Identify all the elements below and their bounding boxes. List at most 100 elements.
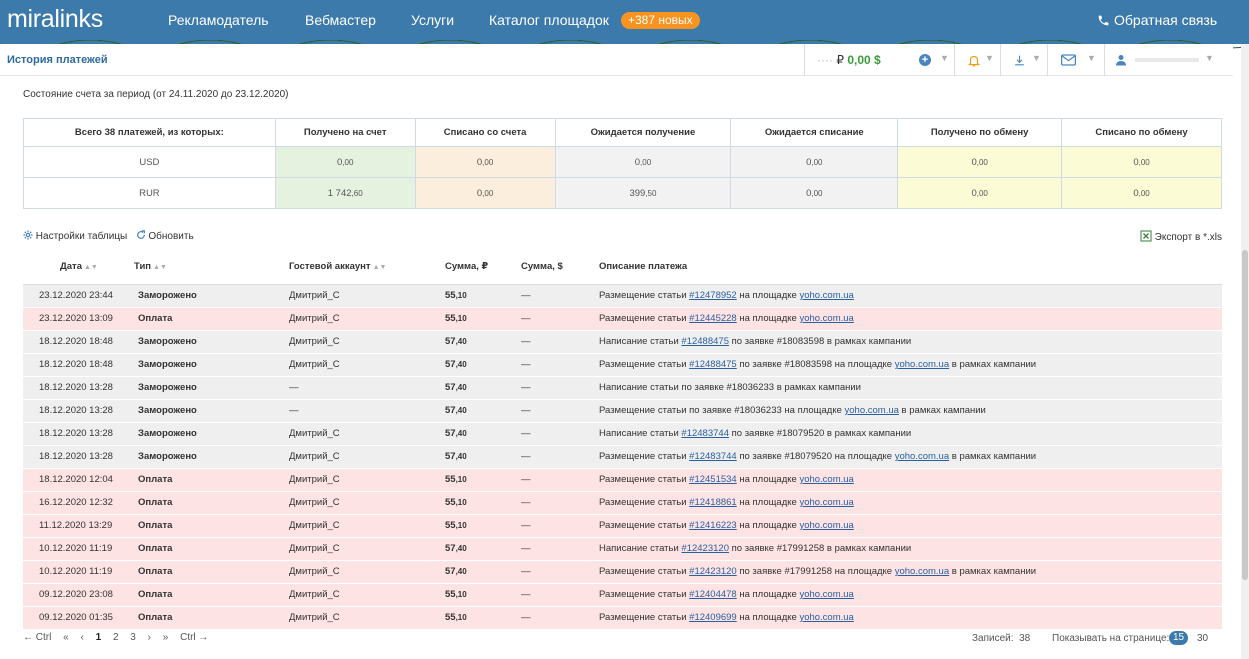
col-type[interactable]: Тип ▲▼ (130, 250, 285, 285)
feedback-link[interactable]: Обратная связь (1097, 12, 1217, 28)
guest-account: — (285, 376, 441, 400)
article-link[interactable]: #12423120 (681, 543, 729, 554)
payment-date: 09.12.2020 01:35 (23, 606, 130, 630)
col-sum-rub: Сумма, ₽ (441, 250, 517, 285)
nav-webmaster[interactable]: Вебмастер (305, 12, 376, 28)
refresh-icon (136, 230, 145, 239)
article-link[interactable]: #12416223 (689, 520, 737, 531)
summary-currency: USD (23, 146, 276, 178)
phone-icon (1098, 15, 1109, 26)
guest-account: Дмитрий_С (285, 307, 441, 331)
payment-description: Размещение статьи по заявке #18036233 на… (595, 399, 1222, 423)
prev-page-button[interactable]: ‹ (80, 632, 83, 643)
payment-date: 18.12.2020 13:28 (23, 399, 130, 423)
article-link[interactable]: #12451534 (689, 474, 737, 485)
site-link[interactable]: yoho.com.ua (895, 451, 949, 462)
article-link[interactable]: #12445228 (689, 313, 737, 324)
add-funds-icon[interactable]: + (919, 54, 931, 66)
records-count: Записей: 38 (972, 633, 1031, 644)
col-date[interactable]: Дата ▲▼ (23, 250, 130, 285)
nav-services[interactable]: Услуги (411, 12, 454, 28)
per-page-30[interactable]: 30 (1197, 633, 1208, 644)
balance-box[interactable]: ···· ₽ 0,00 $ + ▼ (804, 44, 954, 76)
payment-type: Заморожено (130, 399, 285, 423)
article-link[interactable]: #12423120 (689, 566, 737, 577)
gear-icon (23, 230, 33, 240)
article-link[interactable]: #12483744 (689, 451, 737, 462)
article-link[interactable]: #12488475 (689, 359, 737, 370)
logo[interactable]: miralinks (7, 5, 103, 34)
chevron-down-icon[interactable]: ▼ (940, 53, 949, 63)
article-link[interactable]: #12483744 (681, 428, 729, 439)
per-page-15[interactable]: 15 (1169, 631, 1188, 645)
scrollbar-thumb[interactable] (1242, 250, 1248, 580)
payment-date: 16.12.2020 12:32 (23, 491, 130, 515)
site-link[interactable]: yoho.com.ua (799, 612, 853, 623)
site-link[interactable]: yoho.com.ua (895, 359, 949, 370)
site-link[interactable]: yoho.com.ua (895, 566, 949, 577)
payment-date: 18.12.2020 13:28 (23, 376, 130, 400)
messages-box[interactable]: ▼ (1047, 44, 1104, 76)
chevron-down-icon[interactable]: ▼ (1032, 53, 1041, 63)
new-sites-badge[interactable]: +387 новых (621, 12, 700, 29)
amount-rub: 57,40 (441, 537, 517, 561)
site-link[interactable]: yoho.com.ua (845, 405, 899, 416)
downloads-box[interactable]: ▼ (1000, 44, 1047, 76)
payment-description: Размещение статьи #12445228 на площадке … (595, 307, 1222, 331)
nav-advertiser[interactable]: Рекламодатель (168, 12, 269, 28)
site-link[interactable]: yoho.com.ua (799, 497, 853, 508)
col-guest[interactable]: Гостевой аккаунт ▲▼ (285, 250, 441, 285)
article-link[interactable]: #12418861 (689, 497, 737, 508)
next-page-button[interactable]: › (148, 632, 151, 643)
site-link[interactable]: yoho.com.ua (799, 589, 853, 600)
payment-description: Написание статьи #12483744 по заявке #18… (595, 422, 1222, 446)
amount-usd: — (517, 445, 595, 469)
guest-account: Дмитрий_С (285, 445, 441, 469)
notifications-box[interactable]: ▼ (954, 44, 1000, 76)
download-icon (1015, 55, 1024, 66)
site-link[interactable]: yoho.com.ua (799, 290, 853, 301)
table-settings-button[interactable]: Настройки таблицы (23, 230, 130, 242)
article-link[interactable]: #12478952 (689, 290, 737, 301)
amount-usd: — (517, 307, 595, 331)
chevron-down-icon[interactable]: ▼ (985, 53, 994, 63)
payment-type: Оплата (130, 606, 285, 630)
summary-header-cell: Списано по обмену (1061, 118, 1222, 147)
top-navbar: miralinks Рекламодатель Вебмастер Услуги… (0, 0, 1249, 44)
payment-date: 10.12.2020 11:19 (23, 560, 130, 584)
table-row: 10.12.2020 11:19 Оплата Дмитрий_С 57,40— Раз… (23, 560, 1222, 584)
amount-rub: 57,40 (441, 399, 517, 423)
article-link[interactable]: #12404478 (689, 589, 737, 600)
table-row: 18.12.2020 18:48 Заморожено Дмитрий_С 57,40… (23, 330, 1222, 354)
payments-table: Дата ▲▼ Тип ▲▼ Гостевой аккаунт ▲▼ Сумма, ₽… (23, 250, 1222, 630)
first-page-button[interactable]: « (63, 632, 69, 643)
last-page-button[interactable]: » (163, 632, 169, 643)
refresh-button[interactable]: Обновить (136, 230, 194, 242)
article-link[interactable]: #12488475 (681, 336, 729, 347)
payment-type: Заморожено (130, 376, 285, 400)
page-2[interactable]: 2 (113, 632, 119, 643)
amount-rub: 57,40 (441, 560, 517, 584)
chevron-down-icon[interactable]: ▼ (1205, 53, 1214, 63)
user-menu[interactable]: ▼ (1104, 44, 1222, 76)
site-link[interactable]: yoho.com.ua (799, 520, 853, 531)
table-row: 23.12.2020 23:44 Заморожено Дмитрий_С 55,10… (23, 284, 1222, 308)
records-value: 38 (1019, 633, 1031, 644)
amount-usd: — (517, 583, 595, 607)
article-link[interactable]: #12409699 (689, 612, 737, 623)
export-xls-button[interactable]: Экспорт в *.xls (1140, 230, 1222, 243)
page-1[interactable]: 1 (96, 632, 102, 643)
site-link[interactable]: yoho.com.ua (799, 474, 853, 485)
page-3[interactable]: 3 (130, 632, 136, 643)
guest-account: Дмитрий_С (285, 422, 441, 446)
payment-date: 11.12.2020 13:29 (23, 514, 130, 538)
site-link[interactable]: yoho.com.ua (799, 313, 853, 324)
nav-catalog[interactable]: Каталог площадок (489, 12, 609, 28)
sub-header: История платежей ···· ₽ 0,00 $ + ▼ ▼ ▼ ▼… (0, 44, 1233, 76)
payment-type: Оплата (130, 537, 285, 561)
guest-account: Дмитрий_С (285, 560, 441, 584)
payment-description: Размещение статьи #12418861 на площадке … (595, 491, 1222, 515)
chevron-down-icon[interactable]: ▼ (1087, 53, 1096, 63)
summary-header-cell: Всего 38 платежей, из которых: (23, 118, 276, 147)
summary-value: 0,00 (897, 177, 1063, 209)
